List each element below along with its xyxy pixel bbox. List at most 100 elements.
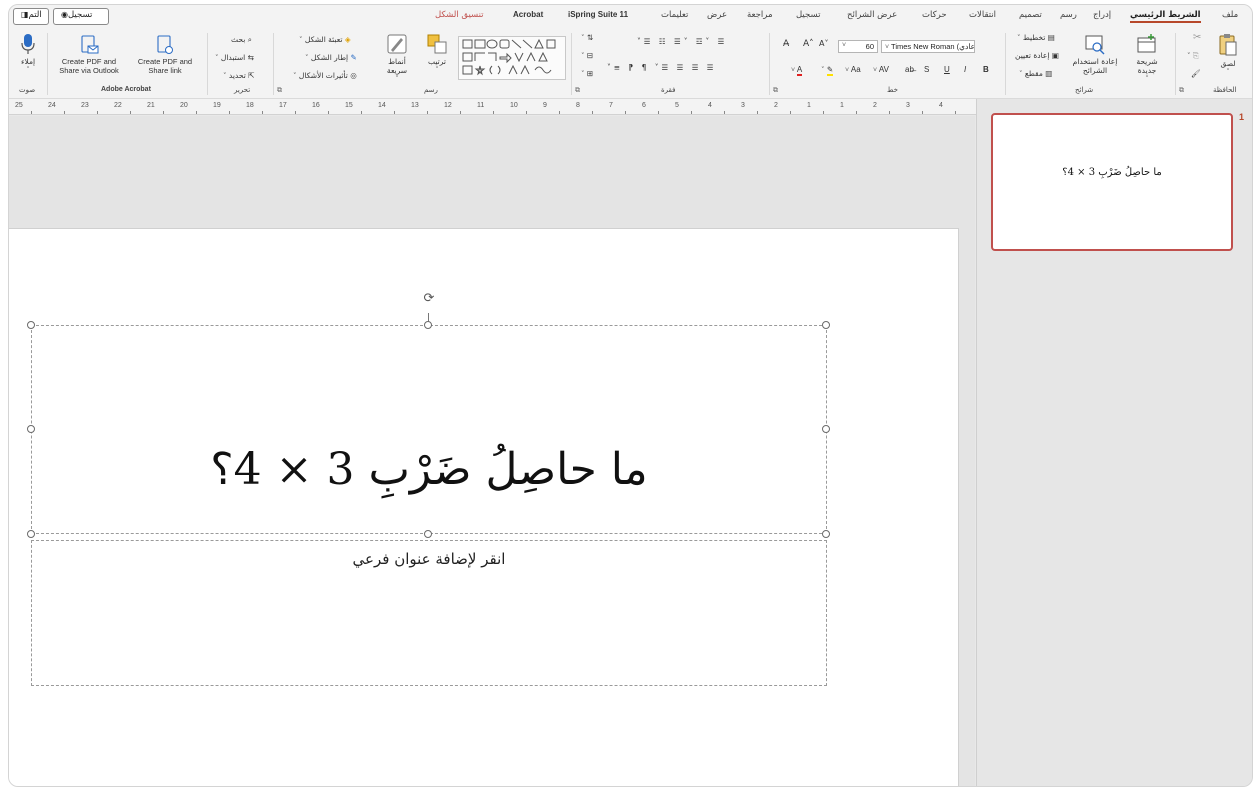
strikethrough-icon[interactable]: ab̶ — [905, 65, 914, 75]
select-button[interactable]: ⇱ تحديد ˅ — [223, 71, 254, 81]
tab-draw[interactable]: رسم — [1060, 10, 1077, 20]
char-spacing-button[interactable]: ˅ AV — [873, 65, 889, 76]
tab-acrobat[interactable]: Acrobat — [513, 10, 543, 19]
tab-shape-format[interactable]: تنسيق الشكل — [435, 10, 484, 20]
find-button[interactable]: ⌕ بحث — [231, 35, 252, 45]
tab-home[interactable]: الشريط الرئيسي — [1130, 10, 1201, 23]
ruler-number: 2 — [873, 102, 877, 109]
highlight-button[interactable]: ˅ ✎ — [821, 65, 834, 76]
layout-button[interactable]: ▤ تخطيط ˅ — [1017, 33, 1055, 43]
resize-handle[interactable] — [27, 530, 35, 538]
replace-button[interactable]: ⇆ استبدال ˅ — [215, 53, 254, 63]
reuse-slides-icon — [1085, 35, 1105, 55]
underline-button[interactable]: U — [944, 65, 950, 75]
new-slide-button[interactable]: شريحة جديدة ˅ — [1127, 33, 1167, 84]
shrink-font-button[interactable]: A˅ — [819, 39, 828, 49]
record-icon: ◉ — [61, 10, 68, 19]
font-color-button[interactable]: ˅ A — [791, 65, 803, 76]
format-painter-button[interactable]: 🖌 — [1191, 69, 1201, 79]
ruler-tick — [823, 111, 824, 114]
tab-slideshow[interactable]: عرض الشرائح — [847, 10, 897, 20]
tab-review[interactable]: مراجعة — [747, 10, 773, 20]
paste-button[interactable]: لصق ˅ — [1213, 33, 1243, 77]
reuse-slides-button[interactable]: إعادة استخدام الشرائح — [1069, 33, 1121, 75]
tab-insert[interactable]: إدراج — [1093, 10, 1111, 20]
subtitle-prompt[interactable]: انقر لإضافة عنوان فرعي — [32, 550, 826, 568]
change-case-button[interactable]: ˅ Aa — [845, 65, 861, 76]
ruler-number: 7 — [609, 102, 613, 109]
title-placeholder[interactable]: ما حاصِلُ ضَرْبِ 3 × 4؟ — [31, 325, 827, 534]
font-launcher-icon[interactable]: ⧉ — [773, 86, 778, 95]
resize-handle[interactable] — [822, 425, 830, 433]
share-button[interactable]: ◨التم — [13, 8, 49, 25]
arrange-button[interactable]: ترتيب ˅ — [421, 33, 453, 75]
resize-handle[interactable] — [27, 321, 35, 329]
tab-transitions[interactable]: انتقالات — [969, 10, 996, 20]
font-size-box[interactable]: ˅ 60 — [838, 40, 878, 53]
reset-button[interactable]: ▣ إعادة تعيين — [1015, 51, 1059, 61]
ruler-tick — [328, 111, 329, 114]
ruler-number: 23 — [81, 102, 89, 109]
slide-thumbnails-pane: 1 ما حاصِلُ ضَرْبِ 3 × 4؟ — [976, 99, 1252, 786]
ruler-tick — [295, 111, 296, 114]
ruler-tick — [196, 111, 197, 114]
tab-design[interactable]: تصميم — [1019, 10, 1042, 20]
section-button[interactable]: ▥ مقطع ˅ — [1019, 69, 1052, 79]
smartart-button[interactable]: ˅ ⊞ — [581, 69, 593, 79]
align-text-button[interactable]: ˅ ⊟ — [581, 51, 593, 61]
clipboard-launcher-icon[interactable]: ⧉ — [1179, 86, 1184, 95]
highlighter-icon: ✎ — [826, 65, 834, 76]
ruler-number: 1 — [840, 102, 844, 109]
bold-button[interactable]: B — [983, 65, 989, 75]
copy-button[interactable]: ˅ ⎘ — [1187, 51, 1199, 61]
resize-handle[interactable] — [27, 425, 35, 433]
create-pdf-outlook-button[interactable]: Create PDF and Share via Outlook — [51, 35, 127, 75]
ruler-tick — [658, 111, 659, 114]
resize-handle[interactable] — [424, 530, 432, 538]
ribbon: إملاء ˅ صوت Create PDF and Share via Out… — [9, 29, 1252, 99]
font-name-box[interactable]: ˅ Times New Roman (نص عادي) — [881, 40, 975, 53]
shape-effects-button[interactable]: ◎ تأثيرات الأشكال ˅ — [293, 71, 357, 81]
shape-outline-button[interactable]: ✎ إطار الشكل ˅ — [305, 53, 357, 63]
shrink-font-icon: A˅ — [819, 39, 829, 48]
dictate-button[interactable]: إملاء ˅ — [15, 33, 41, 75]
resize-handle[interactable] — [424, 321, 432, 329]
text-direction-button[interactable]: ˅ ⇅ — [581, 33, 593, 43]
tab-view[interactable]: عرض — [707, 10, 727, 20]
italic-button[interactable]: I — [964, 65, 966, 75]
shadow-button[interactable]: S — [924, 65, 929, 75]
subtitle-placeholder[interactable]: انقر لإضافة عنوان فرعي — [31, 540, 827, 686]
slide-thumbnail[interactable]: ما حاصِلُ ضَرْبِ 3 × 4؟ — [991, 113, 1233, 251]
clear-format-button[interactable]: A̶ — [783, 39, 789, 49]
quick-styles-button[interactable]: أنماط سريعة ˅ — [379, 33, 415, 84]
create-pdf-link-button[interactable]: Create PDF and Share link — [129, 35, 201, 75]
group-separator — [1175, 33, 1176, 95]
grow-font-button[interactable]: A˄ — [803, 39, 814, 49]
tab-help[interactable]: تعليمات — [661, 10, 688, 20]
resize-handle[interactable] — [822, 530, 830, 538]
tab-record[interactable]: تسجيل — [796, 10, 820, 20]
cut-button[interactable]: ✂ — [1193, 33, 1201, 43]
shapes-gallery[interactable] — [458, 36, 566, 80]
alignment-controls[interactable]: ˅≡ ⁋ ¶ ˅☰ ☰ ☰ ☰ — [607, 63, 717, 73]
replace-icon: ⇆ — [247, 53, 254, 62]
paragraph-launcher-icon[interactable]: ⧉ — [575, 86, 580, 95]
horizontal-ruler[interactable]: 25 24 23 22 21 20 19 18 17 16 15 14 13 12 11 10 9 8 7 6 5 4 3 2… — [9, 99, 976, 115]
group-separator — [571, 33, 572, 95]
resize-handle[interactable] — [822, 321, 830, 329]
rotate-handle-icon[interactable]: ⟳ — [422, 292, 436, 306]
shape-fill-button[interactable]: ◈ تعبئة الشكل ˅ — [299, 35, 351, 45]
share-icon: ◨ — [21, 10, 29, 19]
ribbon-tabs: ◨التم ◉تسجيل تنسيق الشكل Acrobat iSpring… — [9, 5, 1252, 29]
ruler-tick — [64, 111, 65, 114]
record-button[interactable]: ◉تسجيل — [53, 8, 109, 25]
ruler-number: 8 — [576, 102, 580, 109]
ruler-number: 3 — [741, 102, 745, 109]
slide-title[interactable]: ما حاصِلُ ضَرْبِ 3 × 4؟ — [32, 444, 826, 495]
tab-file[interactable]: ملف — [1222, 10, 1238, 20]
font-color-icon: A — [796, 65, 803, 76]
tab-animations[interactable]: حركات — [922, 10, 947, 20]
tab-ispring[interactable]: iSpring Suite 11 — [568, 10, 628, 19]
drawing-launcher-icon[interactable]: ⧉ — [277, 86, 282, 95]
list-controls[interactable]: ˅☰ ☷ ☰˅ ☲˅ ☰ — [637, 37, 727, 47]
